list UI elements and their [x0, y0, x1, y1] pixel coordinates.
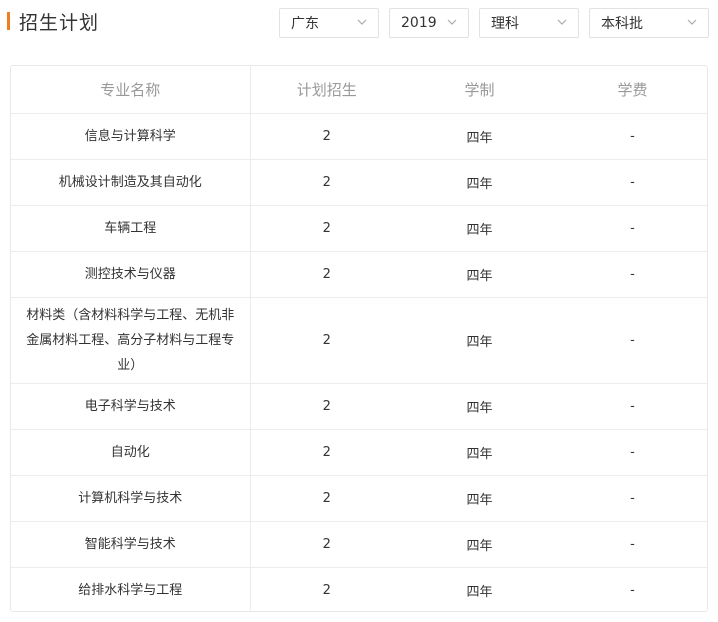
column-header-major: 专业名称	[11, 66, 251, 114]
major-name: 给排水科学与工程	[11, 567, 251, 611]
year-select[interactable]: 2019	[389, 8, 469, 38]
tuition-fee: -	[556, 429, 707, 476]
major-name: 机械设计制造及其自动化	[11, 159, 251, 206]
table-row: 机械设计制造及其自动化 2 四年 -	[11, 159, 707, 206]
major-name: 测控技术与仪器	[11, 251, 251, 298]
major-name: 材料类（含材料科学与工程、无机非金属材料工程、高分子材料与工程专业）	[11, 297, 251, 384]
column-header-duration: 学制	[403, 66, 556, 114]
subject-select-value: 理科	[491, 16, 519, 32]
table-row: 电子科学与技术 2 四年 -	[11, 383, 707, 430]
study-duration: 四年	[403, 159, 556, 206]
table-row: 自动化 2 四年 -	[11, 429, 707, 476]
table-row: 智能科学与技术 2 四年 -	[11, 521, 707, 568]
table-row: 计算机科学与技术 2 四年 -	[11, 475, 707, 522]
tuition-fee: -	[556, 113, 707, 160]
tuition-fee: -	[630, 583, 635, 599]
major-name: 计算机科学与技术	[11, 475, 251, 522]
plan-count: 2	[250, 475, 403, 522]
tuition-fee: -	[556, 205, 707, 252]
column-header-fee: 学费	[556, 66, 707, 114]
plan-count: 2	[250, 251, 403, 298]
tuition-fee: -	[556, 475, 707, 522]
tuition-fee: -	[556, 297, 707, 384]
chevron-down-icon	[687, 19, 697, 25]
plan-count: 2	[250, 113, 403, 160]
major-name: 车辆工程	[11, 205, 251, 252]
plan-count: 2	[250, 521, 403, 568]
study-duration: 四年	[403, 297, 556, 384]
tuition-fee: -	[556, 159, 707, 206]
plan-count: 2	[250, 205, 403, 252]
study-duration: 四年	[403, 205, 556, 252]
study-duration: 四年	[466, 585, 493, 601]
study-duration: 四年	[403, 113, 556, 160]
table-row: 信息与计算科学 2 四年 -	[11, 113, 707, 160]
table-row: 测控技术与仪器 2 四年 -	[11, 251, 707, 298]
chevron-down-icon	[357, 19, 367, 25]
chevron-down-icon	[447, 19, 457, 25]
tuition-fee: -	[556, 251, 707, 298]
province-select-value: 广东	[291, 16, 319, 32]
table-row: 给排水科学与工程 2 四年 -	[11, 567, 707, 611]
plan-count: 2	[250, 383, 403, 430]
tuition-fee: -	[556, 521, 707, 568]
batch-select-value: 本科批	[601, 16, 643, 32]
enrollment-plan-table: 专业名称 计划招生 学制 学费 信息与计算科学 2 四年 - 机械设计制造及其自…	[10, 65, 708, 612]
table-row: 车辆工程 2 四年 -	[11, 205, 707, 252]
year-select-value: 2019	[401, 15, 437, 31]
study-duration: 四年	[403, 251, 556, 298]
major-name: 智能科学与技术	[11, 521, 251, 568]
chevron-down-icon	[557, 19, 567, 25]
study-duration: 四年	[403, 475, 556, 522]
page-title: 招生计划	[19, 11, 100, 34]
table-row: 材料类（含材料科学与工程、无机非金属材料工程、高分子材料与工程专业） 2 四年 …	[11, 297, 707, 384]
major-name: 电子科学与技术	[11, 383, 251, 430]
study-duration: 四年	[403, 521, 556, 568]
major-name: 自动化	[11, 429, 251, 476]
subject-select[interactable]: 理科	[479, 8, 579, 38]
province-select[interactable]: 广东	[279, 8, 379, 38]
table-header-row: 专业名称 计划招生 学制 学费	[11, 66, 707, 114]
accent-bar	[7, 12, 10, 30]
plan-count: 2	[322, 583, 331, 599]
column-header-plan: 计划招生	[250, 66, 403, 114]
plan-count: 2	[250, 429, 403, 476]
tuition-fee: -	[556, 383, 707, 430]
batch-select[interactable]: 本科批	[589, 8, 709, 38]
study-duration: 四年	[403, 429, 556, 476]
plan-count: 2	[250, 159, 403, 206]
major-name: 信息与计算科学	[11, 113, 251, 160]
study-duration: 四年	[403, 383, 556, 430]
plan-count: 2	[250, 297, 403, 384]
section-header: 招生计划	[7, 9, 100, 34]
